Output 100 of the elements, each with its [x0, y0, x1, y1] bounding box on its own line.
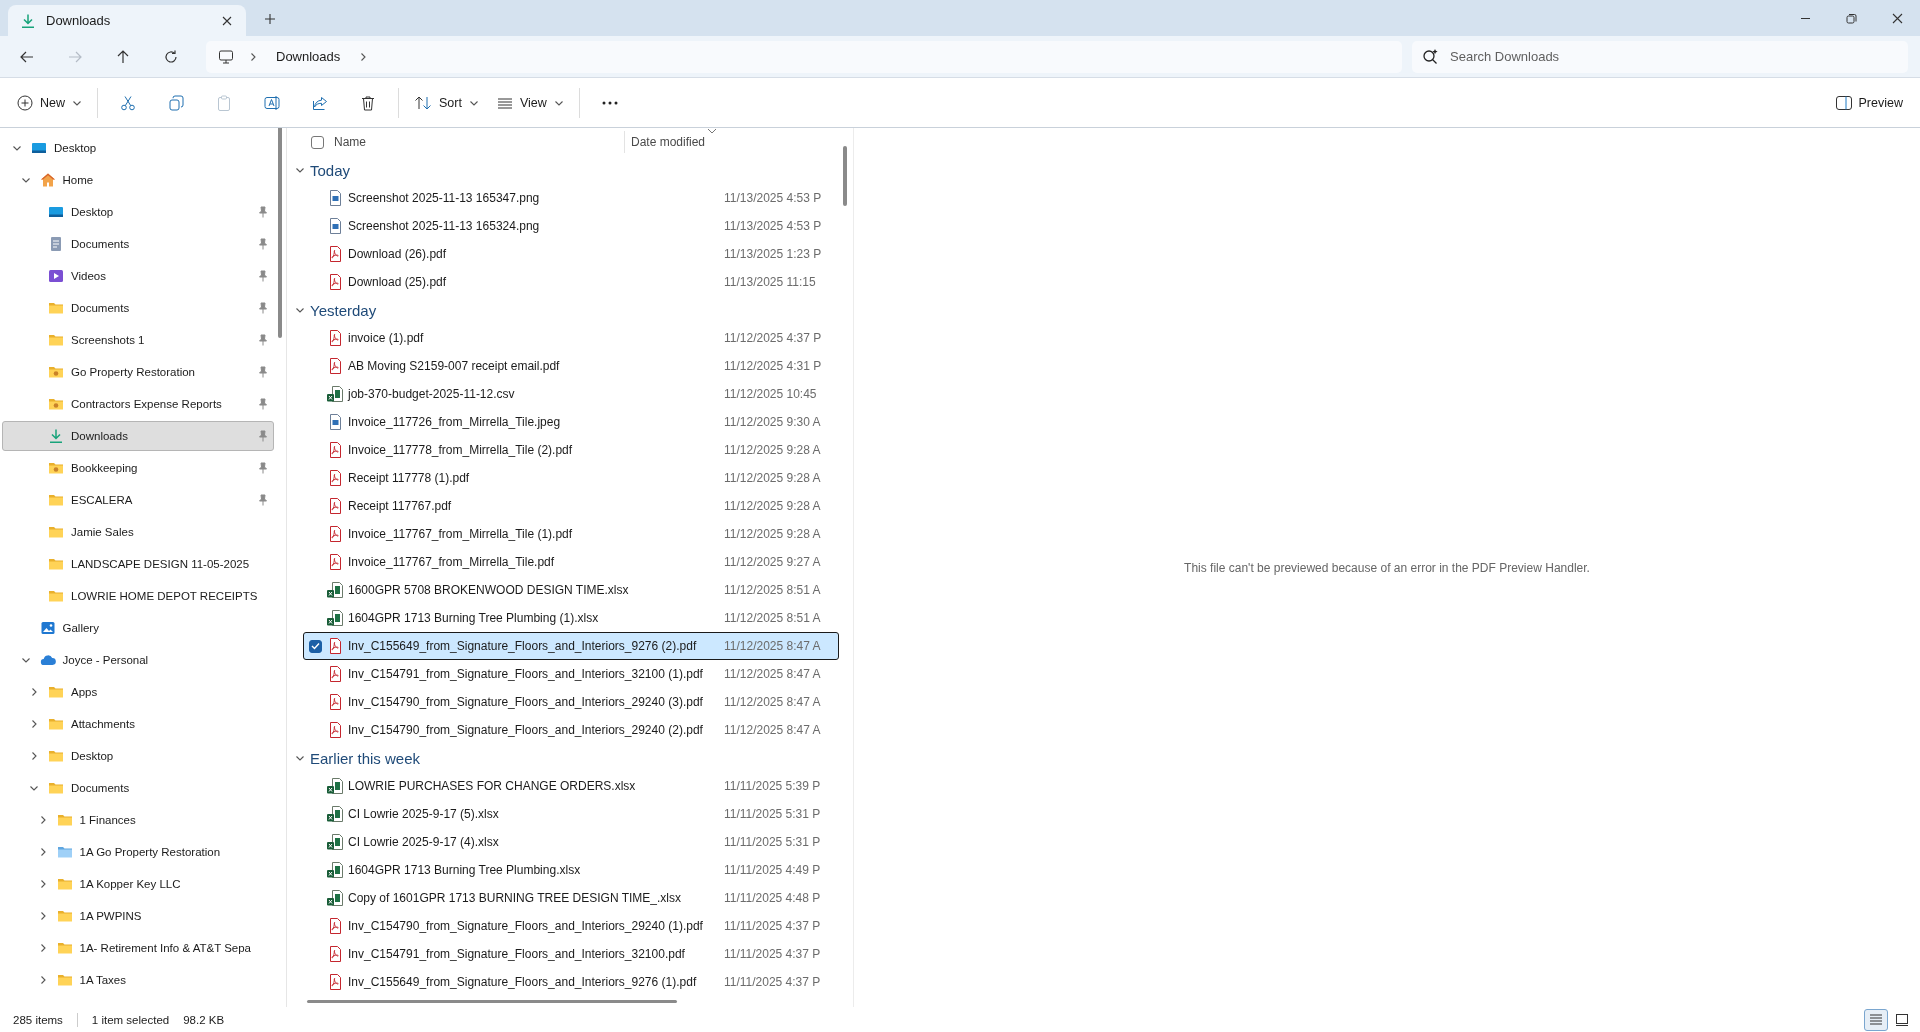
nav-item[interactable]: Contractors Expense Reports — [2, 389, 274, 419]
item-count: 285 items — [13, 1013, 63, 1026]
chevron-icon[interactable] — [295, 753, 305, 763]
nav-item[interactable]: Documents — [2, 293, 274, 323]
column-header[interactable]: Date modified — [624, 131, 839, 153]
video-icon — [48, 268, 64, 284]
file-row[interactable]: Inv_C155649_from_Signature_Floors_and_Interiors_9276 (1).pdf 11/11/2025 4:37 P — [303, 968, 839, 996]
file-row[interactable]: Screenshot 2025-11-13 165324.png 11/13/2025 4:53 P — [303, 212, 839, 240]
file-row[interactable]: LOWRIE PURCHASES FOR CHANGE ORDERS.xlsx 11/11/2025 5:39 P — [303, 772, 839, 800]
chevron-icon[interactable] — [20, 175, 31, 185]
desktop-icon — [31, 140, 47, 156]
breadcrumb-item[interactable]: Downloads — [272, 47, 345, 66]
file-row[interactable]: 1600GPR 5708 BROKENWOOD DESIGN TIME.xlsx 11/12/2025 8:51 A — [303, 576, 839, 604]
chevron-icon[interactable] — [29, 687, 39, 697]
nav-item[interactable]: Gallery — [2, 613, 274, 643]
download-icon — [48, 428, 64, 444]
nav-item[interactable]: Desktop — [2, 741, 274, 771]
file-row[interactable]: Invoice_117767_from_Mirrella_Tile.pdf 11/12/2025 9:27 A — [303, 548, 839, 576]
nav-item[interactable]: Attachments — [2, 709, 274, 739]
search-field[interactable]: Search Downloads — [1412, 40, 1908, 73]
nav-item[interactable]: Joyce - Personal — [2, 645, 274, 675]
nav-item[interactable]: 1A PWPINS — [2, 901, 274, 931]
nav-item[interactable]: Bookkeeping — [2, 453, 274, 483]
file-row[interactable]: Inv_C154790_from_Signature_Floors_and_Interiors_29240 (3).pdf 11/12/2025 8:47 A — [303, 688, 839, 716]
file-row[interactable]: Copy of 1601GPR 1713 BURNING TREE DESIGN TIME_.xlsx 11/11/2025 4:48 P — [303, 884, 839, 912]
file-row[interactable]: Screenshot 2025-11-13 165347.png 11/13/2025 4:53 P — [303, 184, 839, 212]
details-view-icon — [1869, 1012, 1883, 1027]
file-row[interactable]: Inv_C154791_from_Signature_Floors_and_Interiors_32100 (1).pdf 11/12/2025 8:47 A — [303, 660, 839, 688]
file-row[interactable]: Invoice_117767_from_Mirrella_Tile (1).pdf 11/12/2025 9:28 A — [303, 520, 839, 548]
file-row[interactable]: CI Lowrie 2025-9-17 (5).xlsx 11/11/2025 5:31 P — [303, 800, 839, 828]
new-button[interactable]: New — [8, 85, 91, 120]
file-row[interactable]: 1604GPR 1713 Burning Tree Plumbing (1).xlsx 11/12/2025 8:51 A — [303, 604, 839, 632]
file-row[interactable]: Inv_C154790_from_Signature_Floors_and_Interiors_29240 (1).pdf 11/11/2025 4:37 P — [303, 912, 839, 940]
chevron-icon[interactable] — [20, 655, 31, 665]
chevron-icon[interactable] — [295, 165, 305, 175]
nav-item[interactable]: 1A- Retirement Info & AT&T Sepa — [2, 933, 274, 963]
scrollbar-thumb[interactable] — [278, 128, 282, 338]
nav-item[interactable]: 1A Go Property Restoration — [2, 837, 274, 867]
nav-item[interactable]: 1 Finances — [2, 805, 274, 835]
file-row[interactable]: CI Lowrie 2025-9-17 (4).xlsx 11/11/2025 5:31 P — [303, 828, 839, 856]
nav-item[interactable]: Documents — [2, 229, 274, 259]
date-modified-text: 11/12/2025 9:30 A — [723, 415, 821, 429]
horizontal-scrollbar-thumb[interactable] — [307, 1000, 677, 1003]
clipboard-icon — [216, 94, 232, 111]
nav-item[interactable]: Jamie Sales — [2, 517, 274, 547]
chevron-icon[interactable] — [29, 783, 39, 793]
date-modified-text: 11/11/2025 4:37 P — [723, 919, 821, 933]
file-row[interactable]: Invoice_117726_from_Mirrella_Tile.jpeg 11/12/2025 9:30 A — [303, 408, 839, 436]
nav-item[interactable]: ESCALERA — [2, 485, 274, 515]
file-row[interactable]: Download (26).pdf 11/13/2025 1:23 P — [303, 240, 839, 268]
browser-tab[interactable]: Downloads — [8, 5, 246, 36]
nav-item[interactable]: Documents — [2, 773, 274, 803]
date-modified-text: 11/12/2025 9:28 A — [723, 471, 821, 485]
nav-item[interactable]: Downloads — [2, 421, 274, 451]
nav-item[interactable]: LANDSCAPE DESIGN 11-05-2025 — [2, 549, 274, 579]
file-row[interactable]: Inv_C154790_from_Signature_Floors_and_Interiors_29240 (2).pdf 11/12/2025 8:47 A — [303, 716, 839, 744]
sort-button[interactable]: Sort — [405, 85, 488, 120]
file-name: Inv_C154791_from_Signature_Floors_and_Interiors_32100.pdf — [348, 947, 686, 961]
group-header[interactable]: Earlier this week — [310, 747, 421, 769]
date-modified-text: 11/11/2025 4:48 P — [723, 891, 821, 905]
file-row[interactable]: Receipt 117778 (1).pdf 11/12/2025 9:28 A — [303, 464, 839, 492]
file-row[interactable]: Receipt 117767.pdf 11/12/2025 9:28 A — [303, 492, 839, 520]
nav-item[interactable]: 1A Kopper Key LLC — [2, 869, 274, 899]
spreadsheet-file-icon — [326, 806, 344, 822]
address-bar[interactable]: Downloads — [206, 40, 1402, 73]
nav-item[interactable]: Videos — [2, 261, 274, 291]
date-modified-text: 11/12/2025 10:45 — [723, 387, 817, 401]
file-row[interactable]: Inv_C154791_from_Signature_Floors_and_Interiors_32100.pdf 11/11/2025 4:37 P — [303, 940, 839, 968]
select-all-checkbox[interactable] — [311, 135, 324, 149]
nav-item[interactable]: Go Property Restoration — [2, 357, 274, 387]
group-header[interactable]: Yesterday — [310, 299, 377, 321]
file-row[interactable]: Download (25).pdf 11/13/2025 11:15 — [303, 268, 839, 296]
file-row[interactable]: 1604GPR 1713 Burning Tree Plumbing.xlsx 11/11/2025 4:49 P — [303, 856, 839, 884]
nav-item[interactable]: Apps — [2, 677, 274, 707]
vertical-scrollbar-thumb[interactable] — [843, 146, 847, 206]
file-name: Screenshot 2025-11-13 165324.png — [348, 219, 541, 233]
date-modified-text: 11/11/2025 5:39 P — [723, 779, 821, 793]
nav-item[interactable]: Desktop — [2, 197, 274, 227]
file-name: 1604GPR 1713 Burning Tree Plumbing.xlsx — [348, 863, 582, 877]
nav-item[interactable]: Screenshots 1 — [2, 325, 274, 355]
nav-item[interactable]: LOWRIE HOME DEPOT RECEIPTS — [2, 581, 274, 611]
file-name: Inv_C155649_from_Signature_Floors_and_Interiors_9276 (1).pdf — [348, 975, 698, 989]
view-button[interactable]: View — [487, 85, 573, 120]
chevron-icon[interactable] — [29, 719, 39, 729]
file-row[interactable]: invoice (1).pdf 11/12/2025 4:37 P — [303, 324, 839, 352]
file-row[interactable]: Invoice_117778_from_Mirrella_Tile (2).pdf 11/12/2025 9:28 A — [303, 436, 839, 464]
group-header[interactable]: Today — [310, 159, 351, 181]
column-header[interactable]: Name — [334, 131, 624, 153]
file-name: job-370-budget-2025-11-12.csv — [348, 387, 516, 401]
chevron-icon[interactable] — [29, 751, 39, 761]
nav-item[interactable]: 1A Taxes — [2, 965, 274, 995]
file-row[interactable]: AB Moving S2159-007 receipt email.pdf 11/12/2025 4:31 P — [303, 352, 839, 380]
preview-pane-button[interactable]: Preview — [1826, 85, 1912, 120]
nav-item[interactable]: Desktop — [2, 133, 274, 163]
file-row[interactable]: job-370-budget-2025-11-12.csv 11/12/2025 10:45 — [303, 380, 839, 408]
nav-item[interactable]: Home — [2, 165, 274, 195]
chevron-icon[interactable] — [295, 305, 305, 315]
file-row[interactable]: Inv_C155649_from_Signature_Floors_and_Interiors_9276 (2).pdf 11/12/2025 8:47 A — [303, 632, 839, 660]
row-checkbox[interactable] — [308, 639, 322, 653]
chevron-icon[interactable] — [12, 143, 22, 153]
